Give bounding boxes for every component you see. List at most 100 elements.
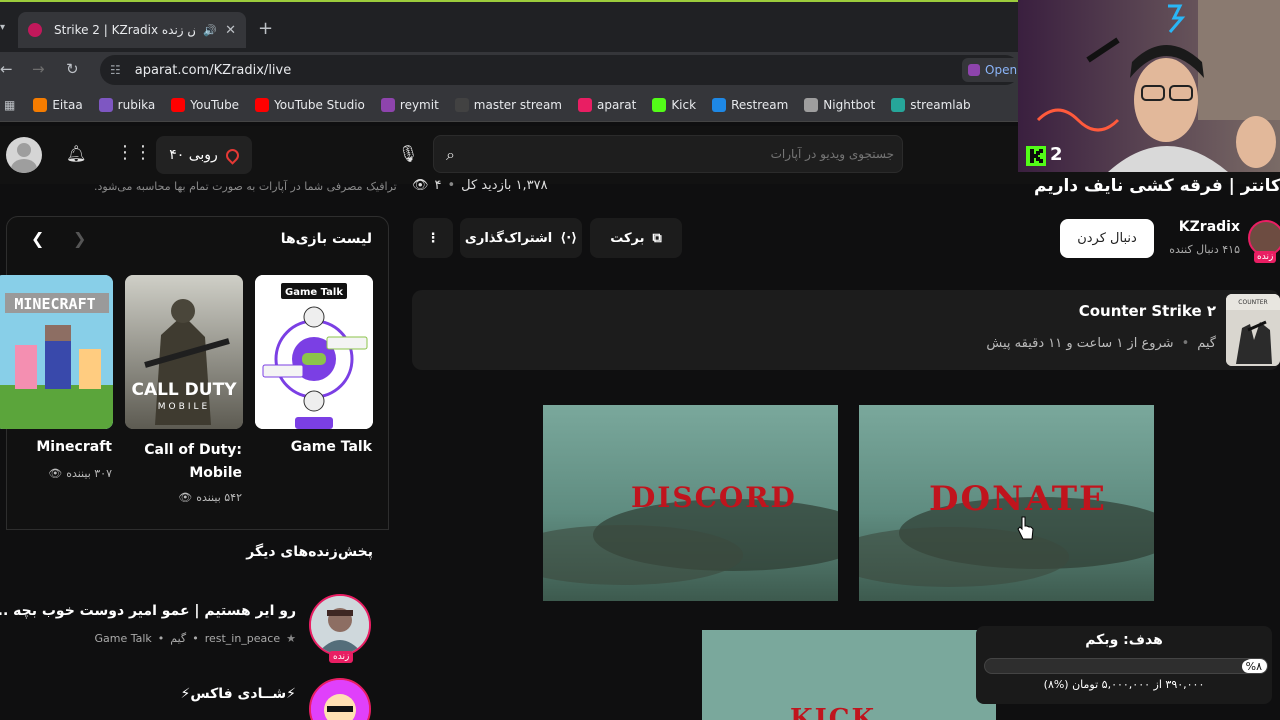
barakat-label: برکت xyxy=(610,230,645,246)
forward-icon[interactable]: → xyxy=(32,60,45,78)
search-input[interactable] xyxy=(474,140,894,168)
svg-text:MOBILE: MOBILE xyxy=(158,402,210,412)
browser-tab-active[interactable]: Strike 2 | KZradix پخش زنده 🔊 ✕ xyxy=(18,12,246,48)
bookmark-favicon-icon xyxy=(804,97,819,112)
game-category: گیم xyxy=(1197,336,1216,351)
bookmark-favicon-icon xyxy=(652,97,667,112)
bell-icon[interactable]: 🔔︎ xyxy=(66,144,86,163)
other-live-title: پخش‌زنده‌های دیگر xyxy=(246,544,373,560)
aparat-favicon-icon xyxy=(28,23,42,37)
meta-dot: • xyxy=(192,632,199,645)
new-tab-button[interactable]: + xyxy=(258,18,273,39)
mic-icon[interactable]: 🎙︎ xyxy=(398,144,418,163)
follow-button[interactable]: دنبال کردن xyxy=(1060,219,1154,258)
live-avatar[interactable] xyxy=(309,594,371,656)
total-views: ۱,۳۷۸ بازدید کل xyxy=(461,178,548,193)
bookmark-eitaa[interactable]: Eitaa xyxy=(33,97,83,112)
bookmark-label: rubika xyxy=(117,97,156,112)
svg-text:MINECRAFT: MINECRAFT xyxy=(14,295,95,313)
eye-icon: 👁︎ xyxy=(178,491,193,504)
bookmark-restream[interactable]: Restream xyxy=(712,97,788,112)
back-icon[interactable]: ← xyxy=(0,60,13,78)
bookmark-kick[interactable]: Kick xyxy=(652,97,696,112)
hand-cursor-icon xyxy=(1017,516,1034,540)
live-avatar[interactable] xyxy=(309,678,371,720)
game-viewers: ۵۴۲ بیننده 👁︎ xyxy=(178,491,242,504)
donate-label: DONATE xyxy=(929,479,1107,519)
game-name[interactable]: Minecraft xyxy=(36,439,112,455)
svg-text:Game Talk: Game Talk xyxy=(285,287,343,298)
bookmark-master-stream[interactable]: master stream xyxy=(454,97,562,112)
bookmark-label: YouTube xyxy=(190,97,240,112)
chevron-right-icon[interactable]: ❯ xyxy=(73,229,86,248)
bookmark-nightbot[interactable]: Nightbot xyxy=(804,97,875,112)
star-icon: ★ xyxy=(286,632,296,645)
bookmark-aparat[interactable]: aparat xyxy=(577,97,636,112)
apps-grid-icon[interactable]: ▦ xyxy=(4,98,15,112)
counter-strike-cover: COUNTER xyxy=(1226,294,1280,366)
screen: ▾ Strike 2 | KZradix پخش زنده 🔊 ✕ + ← → … xyxy=(0,0,1280,720)
search-box[interactable]: ⌕ xyxy=(433,135,903,173)
bookmark-youtube-studio[interactable]: YouTube Studio xyxy=(255,97,365,112)
live-user[interactable]: rest_in_peace xyxy=(205,632,280,645)
goal-percent: %۸ xyxy=(1241,660,1266,673)
discord-panel[interactable]: DISCORD xyxy=(543,405,838,601)
bookmark-reymit[interactable]: reymit xyxy=(380,97,439,112)
game-title[interactable]: Counter Strike ۲ xyxy=(1079,302,1216,320)
live-game[interactable]: Game Talk xyxy=(94,632,151,645)
game-talk-cover[interactable]: Game Talk xyxy=(255,275,373,429)
viewer-count: ۳۰۷ بیننده xyxy=(66,467,112,480)
ruby-balance-button[interactable]: ۴۰ روبی xyxy=(156,136,252,174)
bookmark-favicon-icon xyxy=(98,97,113,112)
call-of-duty-cover[interactable]: CALL DUTY MOBILE xyxy=(125,275,243,429)
more-options-button[interactable]: ⋮ xyxy=(413,218,453,258)
chevron-left-icon[interactable]: ❮ xyxy=(31,229,44,248)
eye-icon: 👁︎ xyxy=(412,178,429,193)
ruby-icon xyxy=(223,145,242,165)
open-app-label: Open xyxy=(985,63,1018,77)
stream-start-time: شروع از ۱ ساعت و ۱۱ دقیقه پیش xyxy=(986,336,1174,351)
live-title[interactable]: ⚡شــادی فاکس⚡ xyxy=(181,686,297,702)
donate-panel[interactable]: DONATE xyxy=(859,405,1154,601)
bookmark-rubika[interactable]: rubika xyxy=(98,97,156,112)
live-title[interactable]: رو ایر هستیم | عمو امیر دوست خوب بچه ... xyxy=(0,603,296,619)
url-text: aparat.com/KZradix/live xyxy=(134,62,292,78)
bookmark-favicon-icon xyxy=(454,97,469,112)
close-tab-icon[interactable]: ✕ xyxy=(225,23,236,38)
reload-icon[interactable]: ↻ xyxy=(66,60,79,78)
open-app-button[interactable]: Open xyxy=(962,58,1026,82)
tab-list-icon[interactable]: ▾ xyxy=(0,22,5,33)
game-name[interactable]: Call of Duty: Mobile xyxy=(142,439,242,485)
tab-title: Strike 2 | KZradix پخش زنده xyxy=(54,23,196,37)
speaker-icon[interactable]: 🔊 xyxy=(203,24,217,37)
bookmark-streamlab[interactable]: streamlab xyxy=(891,97,971,112)
search-icon[interactable]: ⌕ xyxy=(446,145,455,165)
barakat-button[interactable]: برکت ⧉ xyxy=(590,218,682,258)
games-list-title: لیست بازی‌ها xyxy=(280,231,372,247)
kick-panel[interactable]: KICK xyxy=(702,630,996,720)
discord-label: DISCORD xyxy=(631,481,797,514)
minecraft-cover[interactable]: MINECRAFT xyxy=(0,275,113,429)
bookmark-favicon-icon xyxy=(891,97,906,112)
share-button[interactable]: اشتراک‌گذاری ⟨·⟩ xyxy=(460,218,582,258)
goal-widget: هدف: وبکم %۸ ۳۹۰,۰۰۰ از ۵,۰۰۰,۰۰۰ تومان … xyxy=(976,626,1272,704)
channel-name[interactable]: KZradix xyxy=(1179,219,1240,235)
live-meta: ★ rest_in_peace • گیم • Game Talk xyxy=(94,632,296,645)
site-info-icon[interactable]: ☷ xyxy=(110,63,121,77)
eye-icon: 👁︎ xyxy=(48,467,63,480)
kick-logo-icon xyxy=(1026,146,1046,166)
bookmark-label: YouTube Studio xyxy=(274,97,365,112)
dot-separator: • xyxy=(447,178,456,193)
game-name[interactable]: Game Talk xyxy=(291,439,372,455)
game-info-card[interactable]: Counter Strike ۲ گیم • شروع از ۱ ساعت و … xyxy=(412,290,1280,370)
live-category: گیم xyxy=(170,632,187,645)
user-avatar[interactable] xyxy=(6,137,42,173)
bookmark-youtube[interactable]: YouTube xyxy=(171,97,240,112)
live-viewer-count: ۴ xyxy=(434,178,442,193)
svg-text:CALL DUTY: CALL DUTY xyxy=(131,380,237,400)
ruby-balance-label: ۴۰ روبی xyxy=(169,147,218,163)
views-line: ۱,۳۷۸ بازدید کل • ۴ 👁︎ xyxy=(412,178,548,193)
bookmark-label: streamlab xyxy=(910,97,971,112)
address-bar[interactable]: ☷ aparat.com/KZradix/live xyxy=(100,55,1020,85)
live-badge: زنده xyxy=(329,651,354,663)
